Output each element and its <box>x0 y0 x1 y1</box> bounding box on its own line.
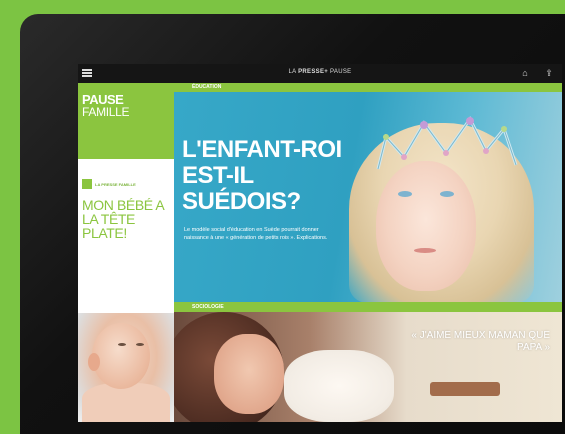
tag-square-icon <box>82 179 92 189</box>
girl-eye-shape <box>440 191 454 197</box>
background-furniture-shape <box>430 382 500 396</box>
baby-blanket-shape <box>284 350 394 422</box>
section-sidebar: PAUSE FAMILLE LA PRESSE FAMILLE MON BÉBÉ… <box>78 83 174 422</box>
girl-eye-shape <box>398 191 412 197</box>
crown-icon <box>376 116 518 170</box>
app-screen: LA PRESSE+ PAUSE ⌂ ⇪ PAUSE FAMILLE LA PR… <box>78 64 562 422</box>
tablet-frame: LA PRESSE+ PAUSE ⌂ ⇪ PAUSE FAMILLE LA PR… <box>20 14 565 434</box>
section-header[interactable]: PAUSE FAMILLE <box>78 83 174 159</box>
baby-head-shape <box>92 323 150 389</box>
teaser-tag: LA PRESSE FAMILLE <box>82 179 170 189</box>
hero-article[interactable]: ÉDUCATION L'ENFANT-ROI EST-IL SUÉDOIS? L… <box>174 83 562 303</box>
mother-face-shape <box>214 334 284 414</box>
bottom-quote: « J'AIME MIEUX MAMAN QUE PAPA » <box>411 330 550 353</box>
hero-tag-bar: ÉDUCATION <box>174 83 562 92</box>
bottom-article[interactable]: SOCIOLOGIE « J'AIME MIEUX MAMAN QUE PAPA… <box>174 302 562 422</box>
girl-face-shape <box>376 161 476 291</box>
baby-eye-shape <box>118 343 126 346</box>
girl-mouth-shape <box>414 248 436 253</box>
hero-lede: Le modèle social d'éducation en Suède po… <box>184 227 328 241</box>
home-icon[interactable]: ⌂ <box>520 68 530 78</box>
share-icon[interactable]: ⇪ <box>544 68 554 78</box>
baby-eye-shape <box>136 343 144 346</box>
bottom-tag: SOCIOLOGIE <box>192 304 224 310</box>
hero-title: L'ENFANT-ROI EST-IL SUÉDOIS? <box>182 136 342 215</box>
bottom-tag-bar: SOCIOLOGIE <box>174 302 562 312</box>
hero-tag: ÉDUCATION <box>192 84 222 90</box>
teaser-headline: MON BÉBÉ A LA TÊTE PLATE! <box>82 197 164 241</box>
article-teaser-flat-head[interactable]: LA PRESSE FAMILLE MON BÉBÉ A LA TÊTE PLA… <box>78 179 174 240</box>
teaser-tag-text: LA PRESSE FAMILLE <box>95 181 136 187</box>
app-title-suffix: PAUSE <box>330 69 352 75</box>
baby-photo[interactable] <box>78 313 174 422</box>
baby-body-shape <box>82 383 170 422</box>
top-app-bar: LA PRESSE+ PAUSE ⌂ ⇪ <box>78 64 562 83</box>
baby-ear-shape <box>88 353 100 371</box>
app-title: LA PRESSE+ PAUSE <box>78 69 562 75</box>
app-title-brand: PRESSE+ <box>298 69 329 75</box>
app-title-prefix: LA <box>288 69 297 75</box>
section-subtitle: FAMILLE <box>82 105 130 119</box>
